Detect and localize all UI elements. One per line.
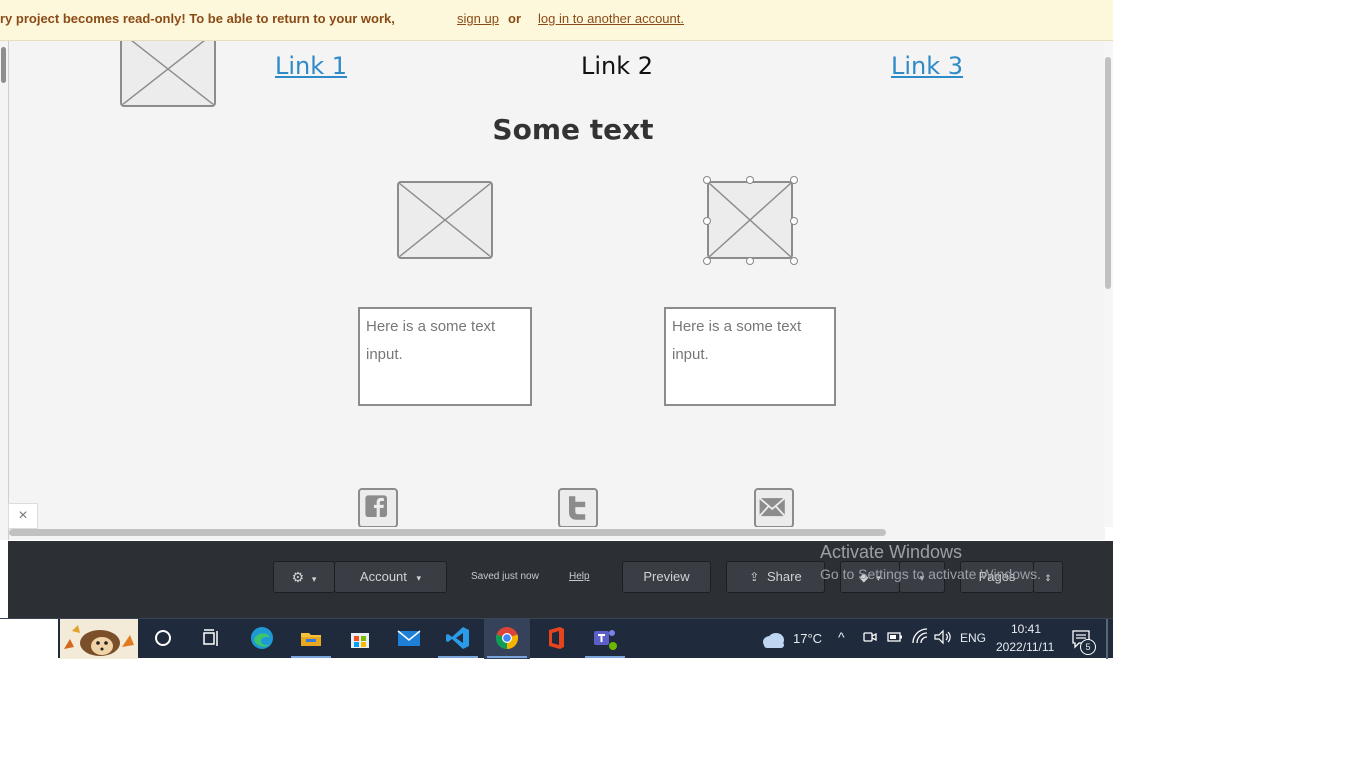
close-icon[interactable]: × [8, 503, 38, 529]
help-link[interactable]: Help [569, 571, 590, 582]
resize-handle-bottom[interactable] [746, 257, 754, 265]
wifi-icon[interactable] [911, 627, 929, 647]
battery-icon[interactable] [886, 627, 904, 647]
editor-area: Link 1 Link 2 Link 3 Some text Here is a… [0, 41, 1113, 540]
notification-count-badge: 5 [1080, 639, 1096, 655]
pages-updown-icon: ⇕ [1044, 573, 1052, 583]
editor-toolbar: ⚙ ▾ Account ▾ Saved just now Help Previe… [8, 541, 1113, 618]
clock-date[interactable]: 2022/11/11 [996, 640, 1054, 654]
chrome-icon[interactable] [494, 625, 520, 651]
tray-chevron-up-icon[interactable]: ^ [838, 629, 845, 645]
settings-button[interactable]: ⚙ ▾ [273, 561, 335, 593]
microsoft-store-icon[interactable] [347, 625, 373, 651]
vscode-icon[interactable] [445, 625, 471, 651]
facebook-icon[interactable] [358, 488, 398, 527]
sign-up-link[interactable]: sign up [457, 11, 499, 26]
input-language[interactable]: ENG [960, 631, 986, 645]
cortana-search-icon[interactable] [150, 625, 176, 651]
preview-button[interactable]: Preview [622, 561, 711, 593]
banner-message: ry project becomes read-only! To be able… [0, 11, 395, 26]
resize-handle-bottom-right[interactable] [790, 257, 798, 265]
resize-handle-left[interactable] [703, 217, 711, 225]
gear-icon: ⚙ [291, 569, 305, 585]
preview-label: Preview [643, 569, 690, 584]
volume-icon[interactable] [933, 627, 953, 647]
account-caret-icon: ▾ [416, 573, 422, 583]
edge-browser-icon[interactable] [249, 625, 275, 651]
taskbar-left-blank [0, 619, 58, 659]
log-in-link[interactable]: log in to another account. [538, 11, 684, 26]
file-explorer-icon[interactable] [298, 625, 324, 651]
save-status: Saved just now [471, 571, 539, 582]
clock-time[interactable]: 10:41 [1011, 622, 1041, 636]
share-icon: ⇪ [749, 570, 760, 584]
teams-active-indicator [585, 656, 625, 658]
mail-icon[interactable] [396, 625, 422, 651]
nav-link-1[interactable]: Link 1 [275, 52, 347, 80]
image-placeholder-1[interactable] [397, 181, 493, 259]
chrome-active-indicator [487, 656, 527, 658]
banner-or: or [508, 11, 521, 26]
file-explorer-active-indicator [291, 656, 331, 658]
resize-handle-right[interactable] [790, 217, 798, 225]
nav-link-3[interactable]: Link 3 [891, 52, 963, 80]
resize-handle-top[interactable] [746, 176, 754, 184]
activate-subtitle: Go to Settings to activate Windows. [820, 566, 1041, 582]
email-icon[interactable] [754, 488, 794, 527]
teams-icon[interactable] [592, 625, 618, 651]
resize-handle-top-right[interactable] [790, 176, 798, 184]
horizontal-scrollbar-thumb[interactable] [9, 529, 886, 536]
vertical-scrollbar-thumb[interactable] [1105, 57, 1111, 289]
show-desktop-button[interactable] [1106, 619, 1108, 659]
settings-caret-icon: ▾ [311, 574, 317, 584]
horizontal-scrollbar[interactable] [9, 527, 1105, 540]
resize-handle-top-left[interactable] [703, 176, 711, 184]
logo-image-placeholder[interactable] [120, 41, 216, 107]
hedgehog-widget-icon[interactable] [60, 619, 138, 659]
nav-link-2[interactable]: Link 2 [581, 52, 653, 80]
text-input-2[interactable]: Here is a some text input. [664, 307, 836, 406]
resize-handle-bottom-left[interactable] [703, 257, 711, 265]
office-icon[interactable] [543, 625, 569, 651]
share-button[interactable]: ⇪ Share [726, 561, 825, 593]
heading-text[interactable]: Some text [489, 113, 657, 146]
left-scroll-track [0, 41, 9, 540]
weather-cloud-icon[interactable] [760, 627, 786, 653]
twitter-icon[interactable] [558, 488, 598, 527]
image-placeholder-2-selected[interactable] [707, 181, 793, 259]
account-label: Account [359, 569, 407, 584]
activate-title: Activate Windows [820, 542, 963, 562]
meet-now-icon[interactable] [862, 627, 878, 647]
text-input-1[interactable]: Here is a some text input. [358, 307, 532, 406]
mockup-canvas[interactable]: Link 1 Link 2 Link 3 Some text Here is a… [9, 41, 1105, 527]
vertical-scrollbar[interactable] [1104, 41, 1113, 527]
vscode-active-indicator [438, 656, 478, 658]
read-only-banner: ry project becomes read-only! To be able… [0, 0, 1113, 41]
task-view-icon[interactable] [198, 625, 224, 651]
windows-taskbar: 17°C ^ ENG 10:41 2022/11/11 5 [0, 618, 1113, 659]
share-label: Share [766, 569, 802, 584]
account-button[interactable]: Account ▾ [334, 561, 447, 593]
weather-temperature[interactable]: 17°C [793, 631, 822, 646]
left-scrollbar-thumb[interactable] [1, 47, 6, 83]
